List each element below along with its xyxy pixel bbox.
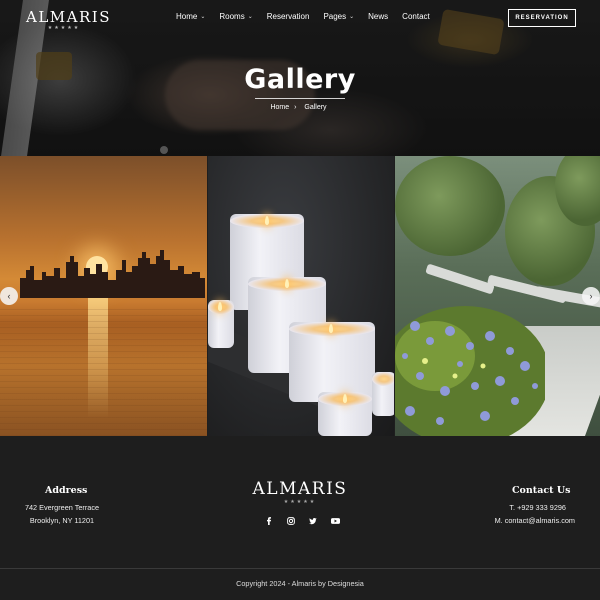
brand-logo[interactable]: ALMARIS ★★★★★ [26, 8, 111, 31]
candle [318, 392, 372, 436]
flame-icon [329, 324, 333, 333]
facebook-link[interactable] [258, 517, 280, 525]
address-line-1: 742 Evergreen Terrace [24, 503, 100, 512]
nav-item-label: Contact [402, 12, 430, 21]
chevron-left-icon: ‹ [7, 291, 11, 301]
chevron-down-icon: ⌄ [349, 14, 355, 20]
instagram-icon [287, 517, 295, 525]
candle [208, 300, 234, 348]
address-heading: Address [45, 485, 88, 496]
address-line-2: Brooklyn, NY 11201 [29, 516, 95, 525]
breadcrumb: Home › Gallery [0, 104, 600, 111]
gallery-prev-button[interactable]: ‹ [0, 287, 18, 305]
flame-icon [285, 279, 289, 288]
youtube-link[interactable] [324, 517, 346, 525]
nav-item-contact[interactable]: Contact [402, 12, 430, 21]
gallery-image-skyline[interactable] [0, 156, 207, 436]
chevron-right-icon: › [589, 291, 593, 301]
twitter-icon [309, 518, 317, 525]
nav-item-news[interactable]: News [368, 12, 388, 21]
youtube-icon [330, 518, 340, 524]
gallery-image-candles[interactable] [208, 156, 394, 436]
breadcrumb-home-link[interactable]: Home [270, 104, 289, 111]
nav-item-label: Home [176, 12, 198, 21]
nav-item-rooms[interactable]: Rooms ⌄ [219, 12, 252, 21]
social-links [258, 517, 346, 525]
reservation-button[interactable]: RESERVATION [508, 9, 576, 27]
brand-name: ALMARIS [26, 8, 111, 26]
chevron-down-icon: ⌄ [247, 14, 253, 20]
hero-banner: ALMARIS ★★★★★ Home ⌄ Rooms ⌄ Reservation… [0, 0, 600, 156]
candle [289, 322, 375, 402]
title-divider [255, 98, 345, 99]
gallery-carousel: ‹ › [0, 156, 600, 436]
nav-item-home[interactable]: Home ⌄ [176, 12, 205, 21]
nav-item-label: Pages [323, 12, 347, 21]
footer-brand-name: ALMARIS [252, 479, 348, 499]
page-title: Gallery [244, 64, 356, 95]
main-nav: Home ⌄ Rooms ⌄ Reservation Pages ⌄ News … [176, 12, 444, 21]
skyline-silhouette [20, 250, 205, 298]
breadcrumb-current: Gallery [304, 104, 327, 111]
gallery-image-poolside[interactable] [395, 156, 600, 436]
flame-icon [343, 394, 347, 403]
site-footer: Address 742 Evergreen Terrace Brooklyn, … [0, 436, 600, 600]
lavender-bed [395, 306, 545, 436]
footer-brand-stars: ★★★★★ [283, 499, 317, 505]
copyright-text: Copyright 2024 - Almaris by Designesia [236, 579, 364, 588]
nav-item-label: News [368, 12, 389, 21]
nav-item-reservation[interactable]: Reservation [267, 12, 310, 21]
nav-item-pages[interactable]: Pages ⌄ [323, 12, 354, 21]
water-ripples [0, 304, 207, 436]
contact-heading: Contact Us [512, 485, 571, 496]
contact-phone[interactable]: T. +929 333 9296 [509, 503, 566, 512]
candle-glow [372, 372, 394, 386]
nav-item-label: Rooms [219, 12, 245, 21]
twitter-link[interactable] [302, 517, 324, 525]
contact-email[interactable]: M. contact@almaris.com [495, 516, 575, 525]
gallery-next-button[interactable]: › [582, 287, 600, 305]
tree-shape [395, 156, 505, 256]
facebook-icon [267, 517, 272, 525]
footer-divider [0, 568, 600, 569]
hero-photo-detail [160, 146, 168, 154]
instagram-link[interactable] [280, 517, 302, 525]
flame-icon [265, 216, 269, 225]
breadcrumb-separator-icon: › [294, 104, 297, 111]
chevron-down-icon: ⌄ [200, 14, 206, 20]
candle [372, 372, 394, 416]
footer-logo[interactable]: ALMARIS ★★★★★ [230, 479, 370, 505]
flame-icon [218, 302, 222, 311]
nav-item-label: Reservation [266, 12, 310, 21]
